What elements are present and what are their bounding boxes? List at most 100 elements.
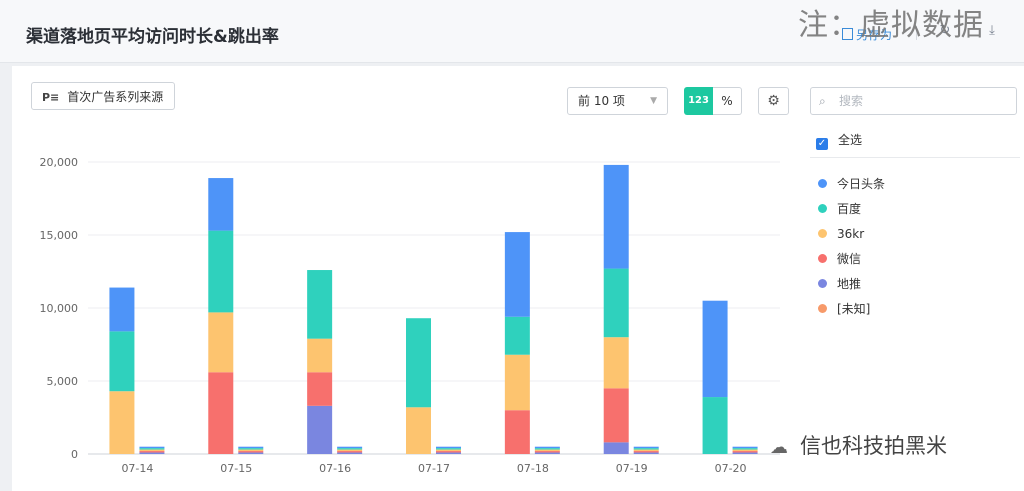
secondary-bar-segment — [633, 448, 659, 450]
x-tick-label: 07-16 — [319, 462, 351, 475]
secondary-bar-segment — [436, 449, 461, 452]
y-tick-label: 0 — [71, 448, 78, 461]
legend-divider — [810, 157, 1020, 158]
legend-item[interactable]: 今日头条 — [818, 177, 885, 202]
bar-segment — [208, 230, 234, 313]
secondary-bar-segment — [436, 446, 461, 449]
x-tick-label: 07-19 — [616, 462, 648, 475]
y-tick-label: 15,000 — [40, 229, 79, 242]
secondary-bar-segment — [633, 449, 659, 452]
legend-item[interactable]: [未知] — [818, 302, 885, 327]
y-tick-label: 5,000 — [47, 375, 79, 388]
legend-label: 微信 — [837, 252, 862, 266]
secondary-bar-segment — [534, 451, 560, 453]
secondary-bar-segment — [732, 451, 758, 453]
bar-segment — [504, 316, 530, 355]
x-tick-label: 07-14 — [121, 462, 153, 475]
search-icon: ⌕ — [819, 94, 826, 108]
y-tick-label: 10,000 — [40, 302, 79, 315]
secondary-bar-segment — [534, 452, 560, 454]
bar-segment — [109, 287, 135, 332]
secondary-bar-segment — [534, 448, 560, 450]
search-placeholder: 搜索 — [839, 94, 864, 108]
bar-segment — [603, 337, 629, 389]
watermark-top: 注：虚拟数据 — [798, 8, 984, 43]
bar-segment — [109, 391, 135, 454]
secondary-bar-segment — [139, 452, 165, 454]
secondary-bar-segment — [534, 449, 560, 452]
secondary-bar-segment — [337, 452, 363, 454]
x-tick-label: 07-17 — [418, 462, 450, 475]
secondary-bar-segment — [534, 446, 560, 449]
secondary-bar-segment — [238, 446, 264, 449]
legend-label: [未知] — [837, 302, 871, 316]
x-tick-label: 07-18 — [517, 462, 549, 475]
secondary-bar-segment — [337, 446, 363, 449]
bar-segment — [307, 372, 333, 406]
bar-segment — [702, 397, 728, 454]
secondary-bar-segment — [337, 448, 363, 450]
secondary-bar-segment — [633, 451, 659, 453]
secondary-bar-segment — [732, 448, 758, 450]
bar-segment — [406, 318, 431, 408]
legend-label: 今日头条 — [837, 177, 886, 191]
bar-segment — [307, 338, 333, 373]
bar-segment — [208, 372, 234, 454]
watermark-bottom-text: 信也科技拍黑米 — [800, 434, 947, 458]
bar-segment — [406, 407, 431, 454]
legend-item[interactable]: 36kr — [818, 227, 885, 252]
bar-segment — [702, 300, 728, 398]
x-tick-label: 07-15 — [220, 462, 252, 475]
legend-label: 地推 — [837, 277, 862, 291]
wechat-icon: ☁ — [770, 437, 788, 458]
bar-segment — [504, 410, 530, 454]
secondary-bar-segment — [139, 446, 165, 449]
bar-segment — [603, 388, 629, 443]
secondary-bar-segment — [732, 449, 758, 452]
bar-segment — [208, 312, 234, 373]
secondary-bar-segment — [337, 451, 363, 453]
legend-item[interactable]: 百度 — [818, 202, 885, 227]
legend-dot-icon — [818, 204, 827, 213]
y-tick-label: 20,000 — [40, 156, 79, 169]
bar-segment — [307, 270, 333, 339]
legend-dot-icon — [818, 279, 827, 288]
legend-item[interactable]: 微信 — [818, 252, 885, 277]
secondary-bar-segment — [238, 452, 264, 454]
bar-segment — [109, 331, 135, 392]
secondary-bar-segment — [139, 448, 165, 450]
secondary-bar-segment — [436, 452, 461, 454]
legend-dot-icon — [818, 304, 827, 313]
secondary-bar-segment — [732, 446, 758, 449]
secondary-bar-segment — [436, 451, 461, 453]
select-all-checkbox[interactable]: ✓ 全选 — [816, 133, 862, 150]
select-all-label: 全选 — [838, 133, 863, 147]
bar-segment — [504, 354, 530, 411]
chart-legend: 今日头条百度 36kr 微信地推 [未知] — [818, 177, 885, 327]
bar-segment — [307, 405, 333, 454]
bar-segment — [603, 164, 629, 269]
legend-dot-icon — [818, 229, 827, 238]
secondary-bar-segment — [238, 448, 264, 450]
search-input[interactable]: ⌕ 搜索 — [810, 87, 1017, 115]
secondary-bar-segment — [139, 451, 165, 453]
legend-dot-icon — [818, 179, 827, 188]
secondary-bar-segment — [337, 449, 363, 452]
secondary-bar-segment — [238, 449, 264, 452]
secondary-bar-segment — [139, 449, 165, 452]
legend-item[interactable]: 地推 — [818, 277, 885, 302]
legend-dot-icon — [818, 254, 827, 263]
secondary-bar-segment — [633, 452, 659, 454]
secondary-bar-segment — [732, 452, 758, 454]
x-tick-label: 07-20 — [715, 462, 747, 475]
secondary-bar-segment — [238, 451, 264, 453]
bar-segment — [208, 178, 234, 231]
legend-label: 百度 — [837, 202, 862, 216]
download-icon[interactable]: ⤓ — [985, 24, 999, 38]
stacked-bar-chart: 0 5,000 10,000 15,000 20,000 07-14 07-15 07-16 0… — [40, 156, 780, 475]
secondary-bar-segment — [436, 448, 461, 450]
bar-segment — [504, 232, 530, 317]
secondary-bar-segment — [633, 446, 659, 449]
bar-segment — [603, 442, 629, 454]
legend-label: 36kr — [837, 227, 865, 241]
